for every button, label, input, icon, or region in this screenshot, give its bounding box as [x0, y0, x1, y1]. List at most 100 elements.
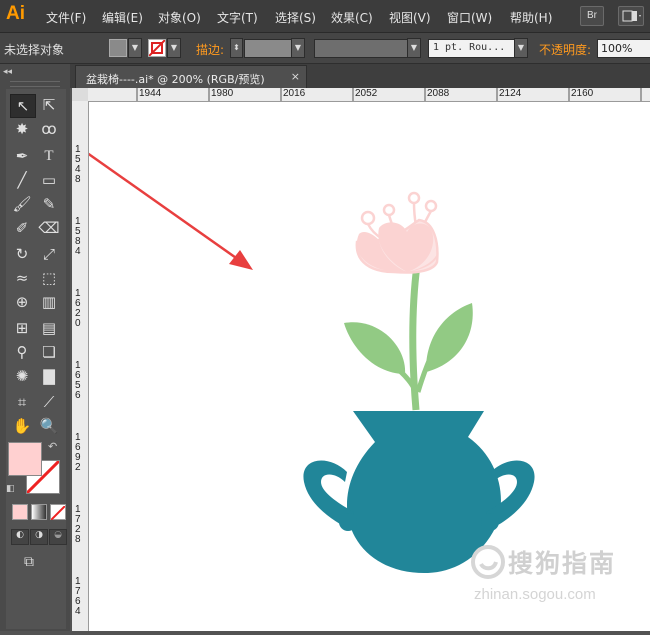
gradient-tool-icon[interactable]: ▤ [37, 317, 61, 339]
ruler-label: 1548 [75, 144, 81, 185]
free-transform-tool-icon[interactable]: ⬚ [37, 267, 61, 289]
line-tool-icon[interactable]: ╱ [10, 169, 34, 191]
eyedropper-tool-icon[interactable]: ⚲ [10, 341, 34, 363]
stroke-weight-stepper[interactable]: ⬍ [230, 38, 243, 58]
artboard-tool-icon[interactable]: ⌗ [10, 391, 34, 413]
rectangle-tool-icon[interactable]: ▭ [37, 169, 61, 191]
stroke-swatch[interactable] [148, 39, 166, 57]
opacity-label: 不透明度: [539, 43, 592, 57]
brush-definition-value: 1 pt. Rou... [433, 42, 506, 53]
ruler-label: 1944 [139, 88, 162, 99]
width-tool-icon[interactable]: ≈ [10, 267, 34, 289]
layout-grid-icon [622, 10, 641, 22]
none-icon [50, 505, 66, 521]
perspective-grid-tool-icon[interactable]: ▥ [37, 291, 61, 313]
pencil-tool-icon[interactable]: ✎ [37, 193, 61, 215]
watermark: 搜狗指南 zhinan.sogou.com [470, 540, 640, 610]
opacity-value: 100% [601, 42, 633, 55]
ruler-label: 2016 [283, 88, 306, 99]
shape-builder-tool-icon[interactable]: ⊕ [10, 291, 34, 313]
zoom-tool-icon[interactable]: 🔍 [37, 415, 61, 437]
right-leaf [425, 303, 473, 372]
workspace-switcher-button[interactable] [618, 6, 644, 26]
collapse-panel-icon[interactable]: ◂◂ [3, 67, 12, 77]
menu-file[interactable]: 文件(F) [46, 9, 86, 26]
draw-inside-icon[interactable]: ◒ [49, 529, 67, 545]
left-leaf [344, 322, 406, 374]
opacity-field[interactable]: 100% [597, 39, 650, 58]
gradient-mode-button[interactable] [31, 504, 47, 520]
menu-bar: Ai 文件(F) 编辑(E) 对象(O) 文字(T) 选择(S) 效果(C) 视… [0, 0, 650, 33]
sogou-logo-icon [471, 545, 505, 579]
lasso-tool-icon[interactable]: ꝏ [37, 118, 61, 140]
menu-select[interactable]: 选择(S) [275, 9, 316, 26]
pen-tool-icon[interactable]: ✒ [10, 145, 34, 167]
watermark-text: 搜狗指南 [508, 549, 617, 578]
column-graph-tool-icon[interactable]: ▇ [37, 365, 61, 387]
brush-definition-field[interactable]: 1 pt. Rou... [428, 39, 516, 58]
symbol-sprayer-tool-icon[interactable]: ✺ [10, 365, 34, 387]
app-logo: Ai [6, 3, 25, 24]
stroke-weight-label: 描边: [196, 43, 225, 57]
stroke-weight-field[interactable] [244, 39, 292, 58]
mesh-tool-icon[interactable]: ⊞ [10, 317, 34, 339]
ruler-label: 1584 [75, 216, 81, 257]
stroke-dropdown[interactable]: ▼ [167, 38, 181, 58]
ruler-label: 1980 [211, 88, 234, 99]
none-mode-button[interactable] [50, 504, 66, 521]
fill-swatch[interactable] [109, 39, 127, 57]
paintbrush-tool-icon[interactable]: 🖌 [10, 193, 34, 215]
eraser-tool-icon[interactable]: ⌫ [37, 217, 61, 239]
horizontal-ruler[interactable]: 1944 1980 2016 2052 2088 2124 2160 [88, 88, 650, 102]
panel-grip[interactable] [10, 81, 60, 87]
selection-tool-icon[interactable]: ↖ [10, 94, 36, 118]
close-tab-icon[interactable]: × [291, 70, 300, 83]
menu-help[interactable]: 帮助(H) [510, 9, 552, 26]
stroke-weight-dropdown[interactable]: ▼ [291, 38, 305, 58]
ruler-label: 1656 [75, 360, 81, 401]
fill-dropdown[interactable]: ▼ [128, 38, 142, 58]
bridge-button[interactable]: Br [580, 6, 604, 26]
direct-selection-tool-icon[interactable]: ⇱ [37, 94, 61, 116]
ruler-label: 1764 [75, 576, 81, 617]
ruler-label: 1692 [75, 432, 81, 473]
brush-definition-dropdown[interactable]: ▼ [514, 38, 528, 58]
watermark-url: zhinan.sogou.com [474, 586, 596, 603]
control-bar: 未选择对象 ▼ ▼ 描边: ⬍ ▼ ▼ 1 pt. Rou... ▼ 不透明度:… [0, 33, 650, 64]
type-tool-icon[interactable]: T [37, 145, 61, 167]
magic-wand-tool-icon[interactable]: ✸ [10, 118, 34, 140]
ruler-origin[interactable] [72, 88, 88, 101]
menu-type[interactable]: 文字(T) [217, 9, 258, 26]
menu-effect[interactable]: 效果(C) [331, 9, 373, 26]
variable-width-dropdown[interactable]: ▼ [407, 38, 421, 58]
scale-tool-icon[interactable]: ⤢ [37, 243, 61, 265]
default-colors-icon[interactable]: ◧ [6, 484, 15, 494]
draw-normal-icon[interactable]: ◐ [11, 529, 29, 545]
document-tab[interactable]: 盆栽椅----.ai* @ 200% (RGB/预览) × [75, 65, 307, 89]
ruler-label: 1728 [75, 504, 81, 545]
no-stroke-icon [148, 39, 166, 57]
tools-column: ↖ ⇱ ✸ ꝏ ✒ T ╱ ▭ 🖌 ✎ ✐ ⌫ ↻ ⤢ ≈ ⬚ ⊕ ▥ ⊞ ▤ … [6, 89, 67, 629]
menu-edit[interactable]: 编辑(E) [102, 9, 143, 26]
artboard-canvas[interactable]: 搜狗指南 zhinan.sogou.com [82, 102, 650, 631]
vertical-ruler[interactable]: 1548 1584 1620 1656 1692 1728 1764 [72, 101, 89, 631]
ruler-label: 1620 [75, 288, 81, 329]
menu-view[interactable]: 视图(V) [389, 9, 431, 26]
screen-mode-icon[interactable]: ⧉ [24, 554, 46, 570]
ruler-label: 2052 [355, 88, 378, 99]
menu-window[interactable]: 窗口(W) [447, 9, 492, 26]
blend-tool-icon[interactable]: ❏ [37, 341, 61, 363]
hand-tool-icon[interactable]: ✋ [10, 415, 34, 437]
rotate-tool-icon[interactable]: ↻ [10, 243, 34, 265]
slice-tool-icon[interactable]: ⟋ [37, 391, 61, 413]
selection-status-label: 未选择对象 [4, 43, 65, 57]
variable-width-profile[interactable] [314, 39, 410, 58]
menu-object[interactable]: 对象(O) [158, 9, 201, 26]
document-tab-title: 盆栽椅----.ai* @ 200% (RGB/预览) [86, 73, 265, 86]
swap-fill-stroke-icon[interactable]: ↶ [48, 440, 57, 453]
color-mode-button[interactable] [12, 504, 28, 520]
fill-color-box[interactable] [8, 442, 42, 476]
blob-brush-tool-icon[interactable]: ✐ [10, 217, 34, 239]
bridge-label: Br [587, 10, 597, 21]
draw-behind-icon[interactable]: ◑ [30, 529, 48, 545]
